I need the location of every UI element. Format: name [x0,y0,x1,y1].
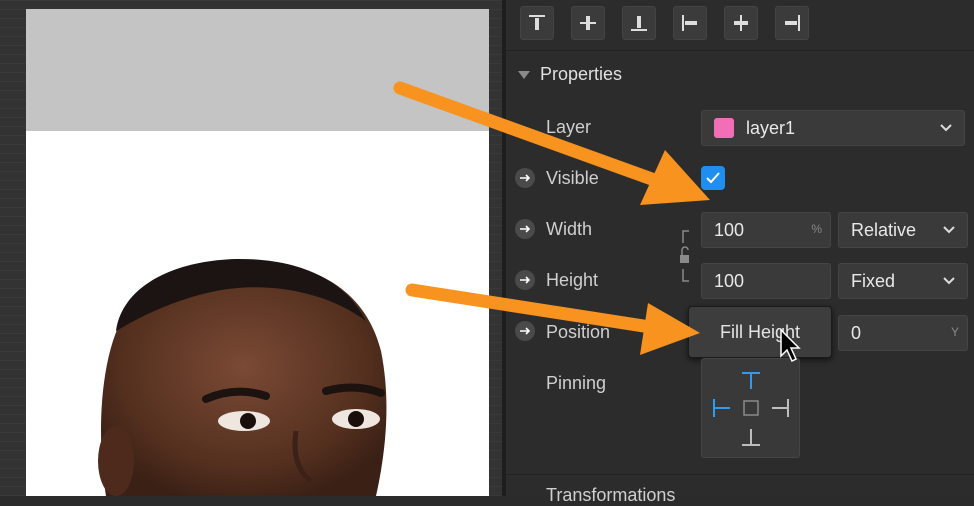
collapse-triangle-icon [518,70,530,79]
transformations-section-header[interactable]: Transformations [506,474,974,505]
width-mode-select[interactable]: Relative [838,212,968,248]
position-y-value: 0 [851,322,862,343]
width-unit: % [811,222,822,236]
check-icon [706,172,720,184]
chevron-down-icon [943,226,955,234]
position-label: Position [546,322,611,342]
layer-select-value: layer1 [746,117,796,138]
layer-color-swatch [714,118,734,138]
pin-left-icon[interactable] [713,399,730,417]
align-center-button[interactable] [724,6,758,40]
align-top-button[interactable] [520,6,554,40]
artboard-header-layer[interactable] [26,9,489,131]
alignment-toolbar [506,0,974,51]
align-right-icon [785,15,800,31]
pin-center-icon[interactable] [743,400,759,416]
link-arrow-icon[interactable] [515,270,535,290]
pinning-widget [701,358,800,458]
chevron-down-icon [940,124,952,132]
align-left-button[interactable] [673,6,707,40]
pin-bottom-icon[interactable] [742,429,760,446]
link-arrow-icon[interactable] [515,219,535,239]
layer-label: Layer [546,117,592,137]
height-input[interactable]: 100 [701,263,831,299]
fill-height-label: Fill Height [719,321,801,342]
height-mode-select[interactable]: Fixed [838,263,968,299]
height-value: 100 [714,270,745,291]
inspector-panel: Properties Layer layer1 Visible Width 10… [506,0,974,505]
chevron-down-icon [943,277,955,285]
width-value: 100 [714,219,745,240]
artboard[interactable] [26,9,489,496]
visible-checkbox[interactable] [701,166,725,190]
align-right-button[interactable] [775,6,809,40]
aspect-lock-icon[interactable] [677,229,695,283]
align-top-icon [529,15,545,30]
align-center-icon [734,15,748,31]
layer-select[interactable]: layer1 [701,110,965,146]
canvas-area[interactable] [0,0,502,496]
width-input[interactable]: 100 % [701,212,831,248]
height-label: Height [546,270,599,290]
width-label: Width [546,219,593,239]
link-arrow-icon[interactable] [515,168,535,188]
width-mode-value: Relative [851,219,917,240]
align-middle-icon [580,16,596,30]
pin-right-icon[interactable] [772,399,789,417]
pin-top-icon[interactable] [742,372,760,389]
visible-label: Visible [546,168,599,188]
height-mode-value: Fixed [851,270,896,291]
link-arrow-icon[interactable] [515,321,535,341]
fill-height-button[interactable]: Fill Height [688,306,832,358]
properties-section-header[interactable]: Properties [518,64,622,85]
align-bottom-button[interactable] [622,6,656,40]
position-y-input[interactable]: 0 Y [838,315,968,351]
align-middle-button[interactable] [571,6,605,40]
pinning-label: Pinning [546,373,607,393]
align-bottom-icon [631,16,647,31]
align-left-icon [682,15,697,31]
person-photo[interactable] [26,131,489,496]
section-title: Properties [540,64,623,84]
position-y-unit: Y [950,325,959,339]
